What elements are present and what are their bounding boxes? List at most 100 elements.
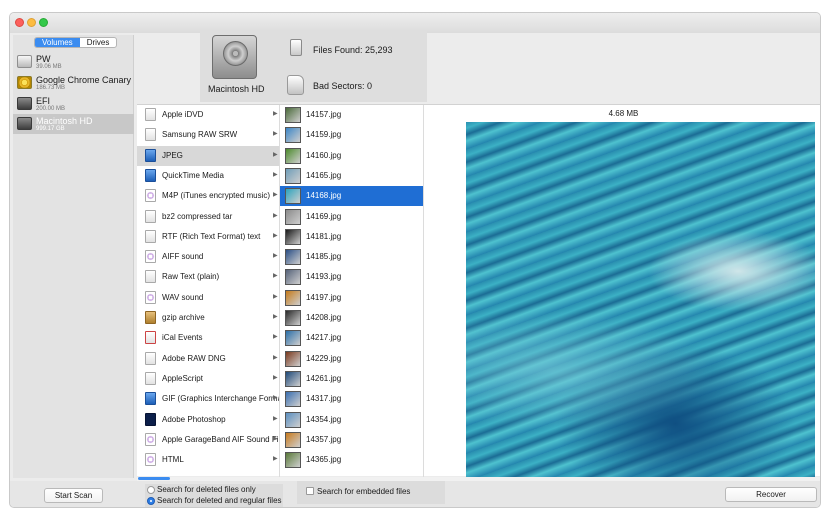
disclosure-arrow-icon: ▶ [273,111,278,117]
recover-button[interactable]: Recover [725,487,817,502]
file-row[interactable]: 14185.jpg [280,247,423,267]
file-row[interactable]: 14168.jpg [280,186,423,207]
hard-disk-icon [212,35,257,79]
source-segmented-control: Volumes Drives [34,37,118,48]
close-window-button[interactable] [15,18,24,27]
file-type-column[interactable]: Apple iDVD ▶ Samsung RAW SRW ▶ JPEG ▶ QuickTim… [137,105,280,477]
image-thumbnail [285,249,301,266]
image-thumbnail [285,411,301,428]
file-name: 14357.jpg [306,434,342,444]
file-type-row[interactable]: HTML ▶ [137,450,279,470]
file-type-row[interactable]: RTF (Rich Text Format) text ▶ [137,227,279,247]
file-type-label: Adobe RAW DNG [162,353,226,363]
file-type-label: bz2 compressed tar [162,211,233,221]
file-icon [290,39,302,56]
volume-name: Macintosh HD [36,116,93,126]
file-row[interactable]: 14354.jpg [280,410,423,430]
file-type-row[interactable]: GIF (Graphics Interchange Format) ▶ [137,389,280,409]
file-type-row[interactable]: Apple GarageBand AIF Sound Files ▶ [137,430,280,450]
file-row[interactable]: 14165.jpg [280,166,423,186]
file-type-row[interactable]: AIFF sound ▶ [137,247,279,267]
image-icon [145,392,156,406]
image-icon [145,148,156,162]
scrollbar-thumb[interactable] [138,477,170,480]
file-name: 14168.jpg [306,191,342,201]
bottom-toolbar: Start Scan Search for deleted files only… [10,481,820,507]
file-name: 14197.jpg [306,292,342,302]
file-type-row[interactable]: Adobe Photoshop ▶ [137,410,279,430]
file-list-column[interactable]: 14157.jpg 14159.jpg 14160.jpg 14165.jpg 1416… [280,105,424,477]
file-row[interactable]: 14365.jpg [280,450,423,470]
file-type-label: gzip archive [162,313,205,322]
music-icon [145,432,156,446]
text-icon [145,229,156,243]
start-scan-button[interactable]: Start Scan [44,488,103,503]
file-row[interactable]: 14217.jpg [280,328,423,348]
music-icon [145,250,156,264]
disclosure-arrow-icon: ▶ [273,415,278,422]
file-row[interactable]: 14317.jpg [280,389,423,409]
file-type-label: Adobe Photoshop [162,414,226,424]
preview-file-size: 4.68 MB [608,109,639,118]
file-name: 14261.jpg [306,373,342,383]
file-type-label: Apple iDVD [162,110,204,119]
image-thumbnail [285,167,301,184]
volume-item-macintosh-hd[interactable]: Macintosh HD 999.17 GB [13,114,134,134]
file-row[interactable]: 14181.jpg [280,227,423,247]
disclosure-arrow-icon: ▶ [273,374,278,381]
file-type-row[interactable]: Apple iDVD ▶ [137,105,279,125]
disclosure-arrow-icon: ▶ [273,293,278,300]
image-thumbnail [285,289,301,306]
minimize-window-button[interactable] [27,18,36,27]
checkbox-label: Search for embedded files [317,487,411,496]
file-name: 14354.jpg [306,414,342,424]
file-row[interactable]: 14160.jpg [280,146,423,166]
radio-button-selected[interactable] [147,497,155,505]
file-type-row[interactable]: WAV sound ▶ [137,288,279,308]
image-thumbnail [285,350,301,367]
file-type-row[interactable]: M4P (iTunes encrypted music) ▶ [137,186,279,206]
file-row[interactable]: 14157.jpg [280,105,423,125]
file-type-label: GIF (Graphics Interchange Format) [162,394,280,404]
file-type-row[interactable]: Raw Text (plain) ▶ [137,267,279,287]
volume-item-efi[interactable]: EFI 200.00 MB [13,94,134,114]
image-thumbnail [285,310,301,326]
file-row[interactable]: 14169.jpg [280,207,423,227]
disclosure-arrow-icon: ▶ [273,192,278,199]
file-type-row[interactable]: AppleScript ▶ [137,369,279,389]
file-type-row[interactable]: Adobe RAW DNG ▶ [137,349,279,369]
app-window: Volumes Drives PW 39.06 MB Google Chrome… [9,12,821,508]
text-icon [145,270,156,284]
file-row[interactable]: 14357.jpg [280,430,423,450]
file-type-row[interactable]: iCal Events ▶ [137,328,279,348]
file-row[interactable]: 14159.jpg [280,125,423,145]
disclosure-arrow-icon: ▶ [273,212,278,219]
file-type-row[interactable]: bz2 compressed tar ▶ [137,207,279,227]
volume-item-pw[interactable]: PW 39.06 MB [13,52,134,72]
image-thumbnail [285,391,301,408]
volume-item-chrome-canary[interactable]: Google Chrome Canary 186.73 MB [13,73,134,93]
photoshop-icon [145,412,156,426]
zoom-window-button[interactable] [39,18,48,27]
file-type-row[interactable]: gzip archive ▶ [137,308,279,328]
file-row[interactable]: 14208.jpg [280,308,423,328]
embedded-files-checkbox[interactable] [306,487,314,495]
image-thumbnail [285,452,301,469]
tab-drives[interactable]: Drives [80,38,117,47]
file-name: 14185.jpg [306,252,342,262]
file-row[interactable]: 14229.jpg [280,349,423,369]
title-bar [10,13,820,33]
script-icon [145,371,156,385]
disclosure-arrow-icon: ▶ [273,253,278,260]
file-type-row[interactable]: QuickTime Media ▶ [137,166,279,186]
file-type-label: Apple GarageBand AIF Sound Files [162,434,280,444]
tab-volumes[interactable]: Volumes [35,38,80,47]
disclosure-arrow-icon: ▶ [273,273,278,280]
disclosure-arrow-icon: ▶ [273,232,278,239]
file-row[interactable]: 14261.jpg [280,369,423,389]
file-row[interactable]: 14197.jpg [280,288,423,308]
radio-button[interactable] [147,486,155,494]
file-row[interactable]: 14193.jpg [280,267,423,287]
file-type-row[interactable]: JPEG ▶ [137,145,279,166]
file-type-row[interactable]: Samsung RAW SRW ▶ [137,125,279,145]
